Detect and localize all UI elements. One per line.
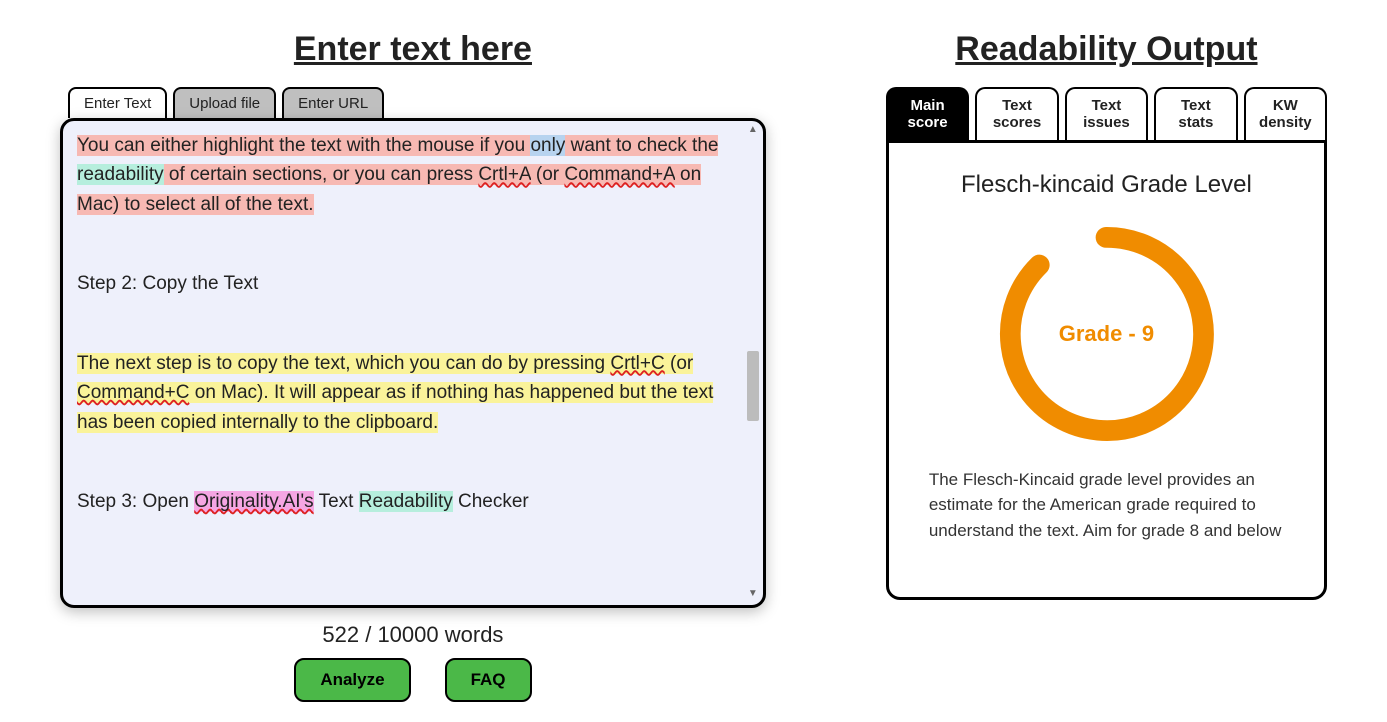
gauge-title: Flesch-kincaid Grade Level — [929, 171, 1284, 199]
word-count: 522 / 10000 words — [60, 622, 766, 648]
spell-word: Crtl+A — [478, 164, 530, 185]
output-body: Flesch-kincaid Grade Level Grade - 9 The… — [886, 140, 1327, 600]
tab-label: Text — [1002, 97, 1032, 114]
tab-label: issues — [1083, 114, 1130, 131]
faq-button[interactable]: FAQ — [445, 658, 532, 702]
tab-upload-file[interactable]: Upload file — [173, 87, 276, 118]
highlight-sentence: (or — [531, 164, 565, 185]
input-panel: Enter text here Enter Text Upload file E… — [60, 20, 766, 702]
gauge-description: The Flesch-Kincaid grade level provides … — [929, 467, 1284, 544]
scroll-up-icon[interactable]: ▲ — [747, 125, 759, 137]
output-title: Readability Output — [886, 30, 1327, 69]
text-editor[interactable]: You can either highlight the text with t… — [60, 118, 766, 608]
step-heading: Text — [314, 491, 359, 512]
highlight-word: readability — [77, 164, 164, 185]
input-tabs: Enter Text Upload file Enter URL — [68, 87, 766, 118]
highlight-sentence: The next step is to copy the text, which… — [77, 353, 610, 374]
tab-text-issues[interactable]: Text issues — [1065, 87, 1148, 140]
scroll-down-icon[interactable]: ▼ — [747, 589, 759, 601]
tab-label: scores — [993, 114, 1041, 131]
scroll-thumb[interactable] — [747, 351, 759, 421]
step-heading: Step 3: Open — [77, 491, 194, 512]
spell-word: Crtl+C — [610, 353, 664, 374]
tab-label: Text — [1092, 97, 1122, 114]
editor-content[interactable]: You can either highlight the text with t… — [77, 131, 739, 595]
tab-label: Main — [910, 97, 944, 114]
tab-label: Text — [1181, 97, 1211, 114]
tab-label: density — [1259, 114, 1312, 131]
spell-word: Command+A — [564, 164, 674, 185]
action-buttons: Analyze FAQ — [60, 658, 766, 702]
analyze-button[interactable]: Analyze — [294, 658, 410, 702]
tab-text-stats[interactable]: Text stats — [1154, 87, 1237, 140]
tab-label: KW — [1273, 97, 1298, 114]
highlight-word: only — [530, 135, 565, 156]
scrollbar[interactable]: ▲ ▼ — [747, 125, 759, 601]
output-panel: Readability Output Main score Text score… — [886, 20, 1327, 702]
highlight-word: Readability — [359, 491, 453, 512]
score-gauge: Grade - 9 — [991, 219, 1221, 449]
highlight-sentence: You can either highlight the text with t… — [77, 135, 530, 156]
output-tabs: Main score Text scores Text issues Text … — [886, 87, 1327, 140]
tab-label: score — [908, 114, 948, 131]
tab-enter-text[interactable]: Enter Text — [68, 87, 167, 118]
input-title: Enter text here — [60, 30, 766, 69]
tab-text-scores[interactable]: Text scores — [975, 87, 1058, 140]
spell-word: Command+C — [77, 382, 189, 403]
tab-main-score[interactable]: Main score — [886, 87, 969, 140]
highlight-sentence: of certain sections, or you can press — [164, 164, 479, 185]
highlight-sentence: want to check the — [565, 135, 718, 156]
tab-label: stats — [1178, 114, 1213, 131]
step-heading: Step 2: Copy the Text — [77, 269, 739, 298]
tab-enter-url[interactable]: Enter URL — [282, 87, 384, 118]
highlight-word: Originality.AI's — [194, 491, 313, 512]
step-heading: Checker — [453, 491, 529, 512]
highlight-sentence: (or — [665, 353, 694, 374]
gauge-value: Grade - 9 — [991, 219, 1221, 449]
tab-kw-density[interactable]: KW density — [1244, 87, 1327, 140]
